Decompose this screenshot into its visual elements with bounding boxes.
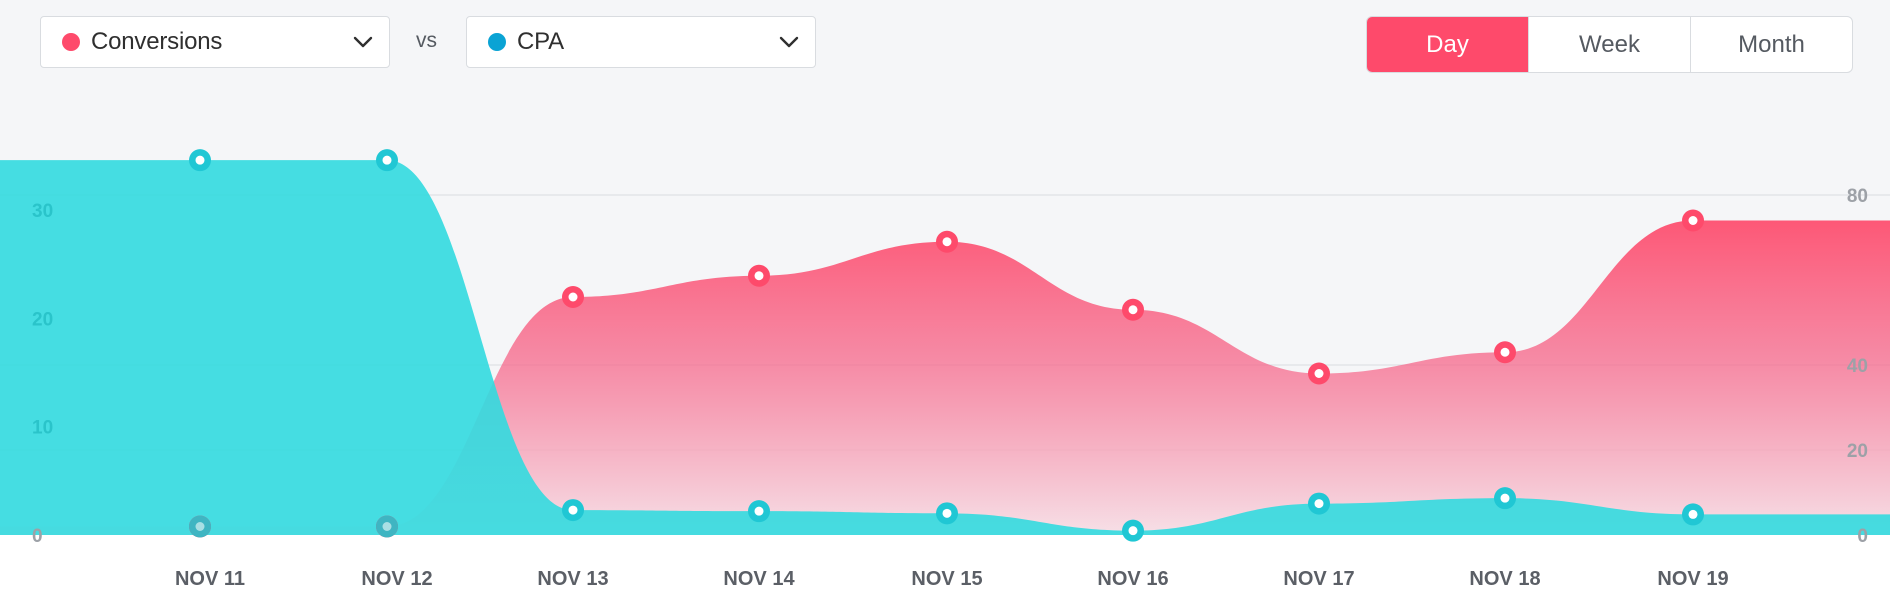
secondary-metric-label: CPA [517,28,564,55]
x-axis-tick-label: NOV 13 [537,568,608,590]
x-axis-tick-label: NOV 16 [1097,568,1168,590]
primary-metric-label: Conversions [91,28,223,55]
x-axis-tick-label: NOV 14 [723,568,795,590]
right-axis-tick-label: 0 [1857,526,1868,547]
chevron-down-icon [779,36,799,48]
conversions-point[interactable] [936,230,958,253]
left-axis-tick-label: 30 [32,201,53,222]
conversions-point-covered [189,515,211,538]
x-axis-tick-label: NOV 15 [911,568,982,590]
conversions-point[interactable] [748,264,770,287]
conversions-point[interactable] [1308,362,1330,385]
x-axis-tick-label: NOV 17 [1283,568,1354,590]
left-axis-tick-label: 10 [32,418,53,439]
x-axis-tick-label: NOV 12 [361,568,432,590]
secondary-metric-select[interactable]: CPA [466,16,816,68]
cpa-color-dot [488,33,506,51]
right-axis-tick-label: 40 [1847,356,1868,377]
cpa-point[interactable] [1308,492,1330,515]
cpa-point[interactable] [748,500,770,523]
conversions-point[interactable] [1122,298,1144,321]
cpa-point[interactable] [1122,519,1144,542]
cpa-point[interactable] [1494,487,1516,510]
cpa-point[interactable] [562,499,584,522]
x-axis-ticks: NOV 11 NOV 12 NOV 13 NOV 14 NOV 15 NOV 16 NOV … [175,568,1729,590]
x-axis-tick-label: NOV 19 [1657,568,1728,590]
period-month-button[interactable]: Month [1690,17,1852,72]
conversions-point[interactable] [562,286,584,308]
conversions-point-covered [376,515,398,538]
chart: 0 10 20 30 0 20 40 80 NOV 11 NOV 12 NOV 13 NOV 14… [0,149,1890,590]
cpa-point[interactable] [1682,503,1704,526]
conversions-color-dot [62,33,80,51]
vs-label: vs [416,29,437,52]
cpa-point[interactable] [189,149,211,172]
chevron-down-icon [353,36,373,48]
cpa-point[interactable] [376,149,398,172]
cpa-point[interactable] [936,502,958,525]
conversions-point[interactable] [1494,341,1516,364]
period-day-button[interactable]: Day [1367,17,1528,72]
period-toggle: Day Week Month [1366,16,1853,73]
conversions-point[interactable] [1682,209,1704,232]
left-axis-tick-label: 20 [32,309,53,330]
primary-metric-select[interactable]: Conversions [40,16,390,68]
period-week-button[interactable]: Week [1528,17,1690,72]
x-axis-tick-label: NOV 11 [175,568,245,590]
left-axis-tick-label: 0 [32,526,43,547]
right-axis-tick-label: 80 [1847,186,1868,207]
right-axis-tick-label: 20 [1847,441,1868,462]
x-axis-tick-label: NOV 18 [1469,568,1540,590]
